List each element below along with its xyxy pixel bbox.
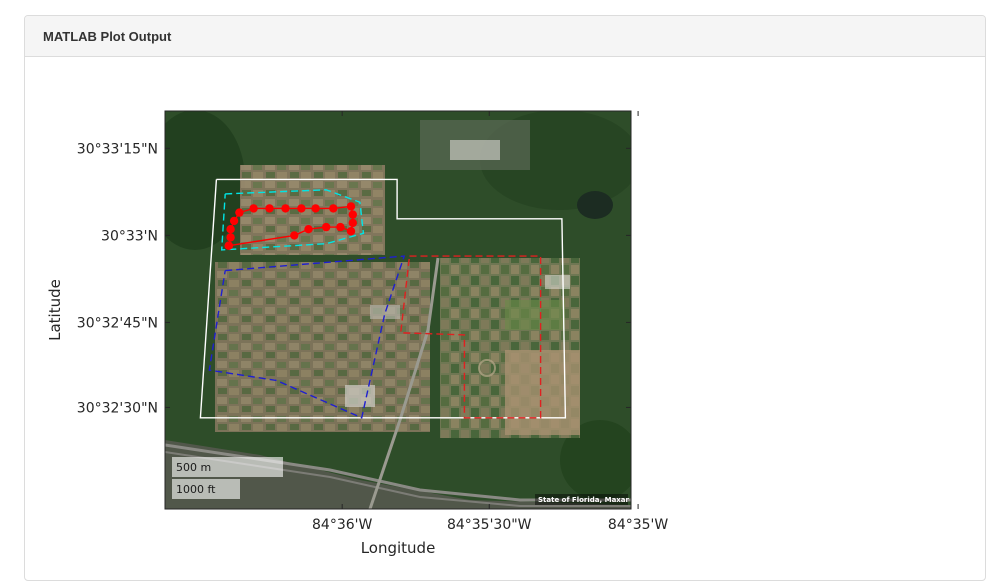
x-tick-label: 84°36'W <box>312 517 372 533</box>
x-tick-label: 84°35'W <box>608 517 668 533</box>
route-point <box>224 241 233 250</box>
y-tick-label: 30°33'N <box>101 228 158 244</box>
scale-bar-metric: 500 m <box>176 461 211 474</box>
scale-bar-imperial: 1000 ft <box>176 483 216 496</box>
y-axis-label: Latitude <box>46 279 64 341</box>
y-tick-label: 30°33'15"N <box>77 141 158 157</box>
route-point <box>329 204 338 213</box>
route-point <box>281 204 290 213</box>
route-point <box>348 210 357 219</box>
attribution-text: State of Florida, Maxar <box>538 496 630 504</box>
satellite-basemap <box>165 111 631 509</box>
geoplot-figure: 84°36'W 84°35'30"W 84°35'W 30°33'15"N 30°33'… <box>46 110 668 557</box>
route-point <box>265 204 274 213</box>
route-point <box>226 233 235 242</box>
basemap-attribution: State of Florida, Maxar <box>535 494 630 505</box>
y-tick-label: 30°32'30"N <box>77 400 158 416</box>
route-point <box>336 222 345 232</box>
route-point <box>249 204 258 213</box>
route-point <box>348 218 357 228</box>
route-point <box>346 227 356 236</box>
route-point <box>235 208 244 217</box>
x-tick-label: 84°35'30"W <box>447 517 532 533</box>
route-point <box>322 222 331 232</box>
route-point <box>346 202 356 211</box>
route-point <box>226 225 235 234</box>
route-point <box>297 204 306 213</box>
y-tick-label: 30°32'45"N <box>77 315 158 331</box>
route-point <box>304 225 313 234</box>
route-point <box>229 216 239 226</box>
route-point <box>290 231 299 240</box>
x-axis-label: Longitude <box>361 539 436 557</box>
route-point <box>311 204 320 213</box>
